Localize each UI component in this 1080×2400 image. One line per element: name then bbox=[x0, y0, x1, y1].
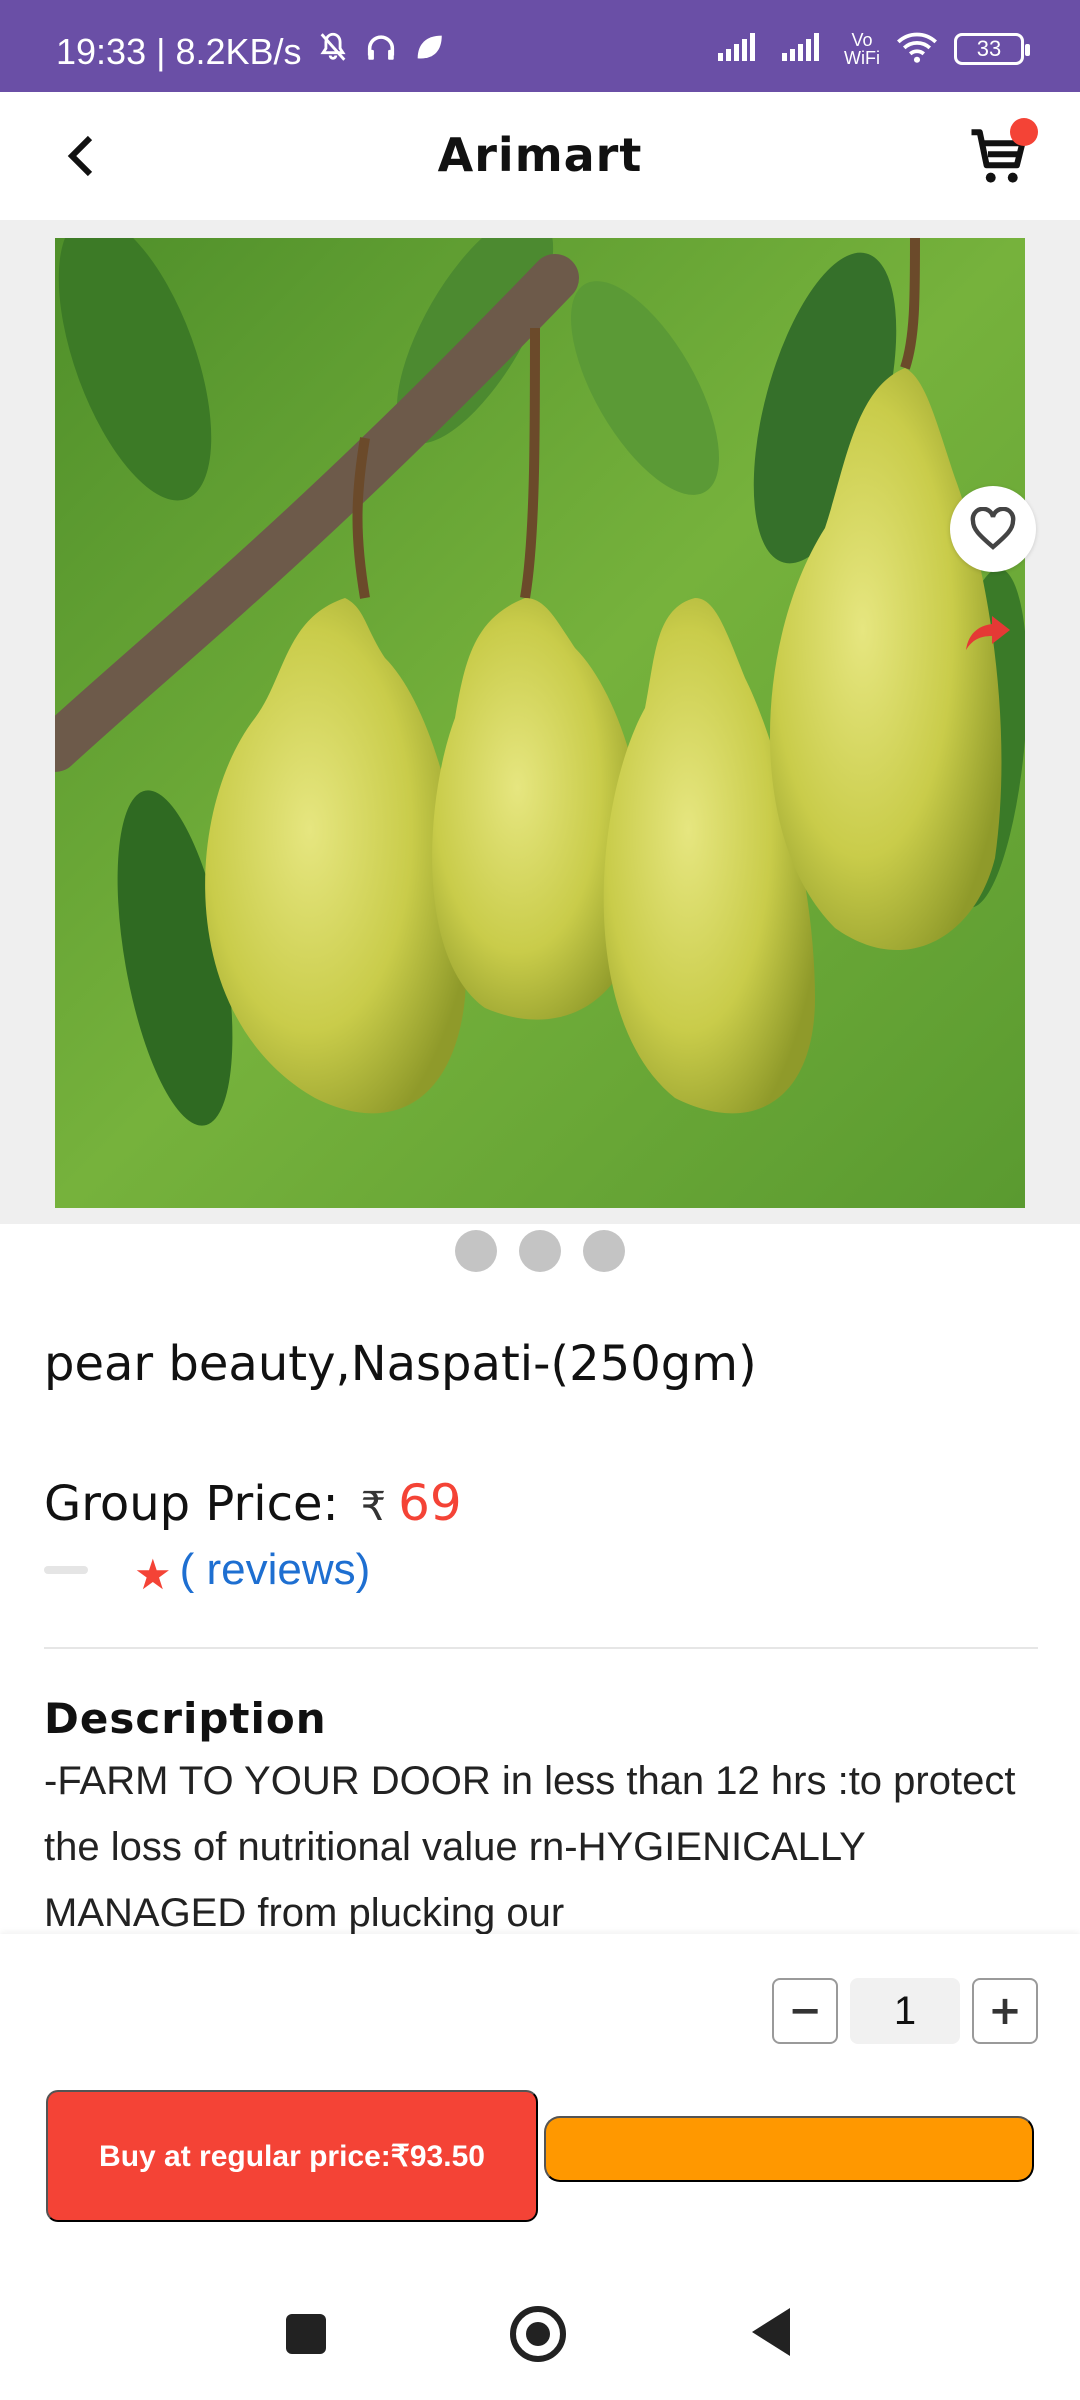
system-nav-bar bbox=[0, 2234, 1080, 2400]
vowifi-indicator: Vo WiFi bbox=[844, 31, 880, 67]
wifi-icon bbox=[896, 30, 938, 68]
rating-row: ★ ( reviews) bbox=[44, 1540, 370, 1599]
pager-dot[interactable] bbox=[519, 1230, 561, 1272]
purchase-bar: − + Buy at regular price:₹93.50 bbox=[0, 1934, 1080, 2234]
group-price: 69 bbox=[398, 1474, 462, 1532]
product-image-carousel[interactable] bbox=[0, 220, 1080, 1224]
signal-icon-1 bbox=[716, 31, 764, 67]
quantity-stepper: − + bbox=[772, 1978, 1038, 2044]
home-icon[interactable] bbox=[510, 2306, 566, 2362]
vowifi-top: Vo bbox=[851, 30, 873, 50]
pager-dot[interactable] bbox=[455, 1230, 497, 1272]
headphones-icon bbox=[364, 30, 398, 73]
description-body: -FARM TO YOUR DOOR in less than 12 hrs :… bbox=[44, 1759, 1016, 1934]
cart-button[interactable] bbox=[966, 118, 1038, 190]
image-pager bbox=[0, 1230, 1080, 1272]
buy-group-price-button[interactable] bbox=[544, 2116, 1034, 2182]
product-name: pear beauty,Naspati-(250gm) bbox=[44, 1336, 757, 1392]
decrement-button[interactable]: − bbox=[772, 1978, 838, 2044]
description-title: Description bbox=[44, 1694, 327, 1743]
reviews-link[interactable]: ( reviews) bbox=[180, 1545, 371, 1595]
rating-placeholder bbox=[44, 1565, 88, 1574]
signal-icon-2 bbox=[780, 31, 828, 67]
vowifi-bottom: WiFi bbox=[844, 48, 880, 68]
battery-level: 33 bbox=[976, 36, 1002, 61]
price-label: Group Price: bbox=[44, 1476, 339, 1532]
cart-badge bbox=[1010, 118, 1038, 146]
page-title: Arimart bbox=[437, 128, 643, 182]
quantity-field[interactable] bbox=[850, 1978, 960, 2044]
wishlist-button[interactable] bbox=[950, 486, 1036, 572]
price-row: Group Price: ₹ 69 bbox=[44, 1474, 462, 1532]
share-icon bbox=[966, 616, 1010, 650]
product-image bbox=[55, 238, 1025, 1208]
star-icon: ★ bbox=[134, 1550, 172, 1599]
currency-symbol: ₹ bbox=[360, 1484, 387, 1530]
status-bar: 19:33 | 8.2KB/s Vo WiFi 33 bbox=[0, 0, 1080, 92]
recent-apps-icon[interactable] bbox=[286, 2314, 326, 2354]
increment-button[interactable]: + bbox=[972, 1978, 1038, 2044]
buy-regular-price-button[interactable]: Buy at regular price:₹93.50 bbox=[46, 2090, 538, 2222]
mute-bell-icon bbox=[316, 30, 350, 73]
heart-icon bbox=[970, 507, 1016, 550]
leaf-app-icon bbox=[412, 30, 446, 73]
divider bbox=[44, 1647, 1038, 1649]
share-button[interactable] bbox=[964, 612, 1012, 652]
app-header: Arimart bbox=[0, 92, 1080, 220]
pager-dot[interactable] bbox=[583, 1230, 625, 1272]
status-time-speed: 19:33 | 8.2KB/s bbox=[56, 30, 302, 72]
status-right: Vo WiFi 33 bbox=[716, 30, 1030, 68]
status-left: 19:33 | 8.2KB/s bbox=[56, 30, 446, 73]
battery-icon: 33 bbox=[954, 33, 1030, 65]
back-triangle-icon[interactable] bbox=[752, 2308, 790, 2356]
